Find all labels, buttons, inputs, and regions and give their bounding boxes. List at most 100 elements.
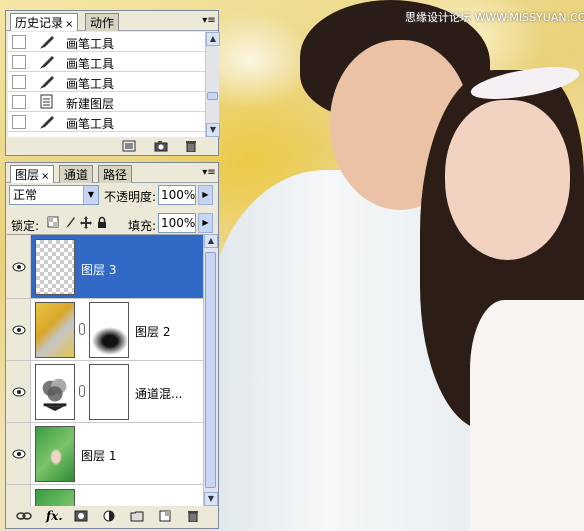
layer-row[interactable]: 通道混... — [7, 361, 203, 423]
brush-icon — [40, 56, 54, 69]
opacity-label: 不透明度: — [104, 190, 157, 204]
brush-icon — [40, 36, 54, 49]
scroll-down-icon[interactable]: ▼ — [204, 492, 218, 506]
visibility-cell[interactable] — [7, 485, 31, 506]
watermark: 思缘设计论坛 WWW.MISSYUAN.COM — [405, 11, 584, 24]
layer-thumbnail — [35, 239, 75, 295]
layer-name: 图层 1 — [81, 449, 117, 463]
history-panel: 历史记录 × 动作 ▾≡ 画笔工具 画笔工具 画笔工具 新建图层 画笔工具 ▲ … — [5, 10, 220, 156]
visibility-cell[interactable] — [7, 361, 31, 422]
layer-name: 通道混... — [135, 387, 183, 401]
scroll-down-icon[interactable]: ▼ — [206, 123, 220, 137]
lock-position-icon[interactable] — [80, 216, 92, 229]
layer-thumbnail — [35, 489, 75, 506]
camera-snapshot-icon[interactable] — [154, 140, 168, 152]
tab-layers-label: 图层 — [15, 168, 40, 182]
new-layer-icon[interactable] — [158, 510, 172, 522]
trash-icon[interactable] — [184, 140, 198, 152]
snapshot-source-checkbox[interactable] — [12, 115, 26, 129]
blend-mode-value: 正常 — [13, 188, 38, 202]
layer-thumbnail — [35, 302, 75, 358]
woman-figure — [470, 300, 584, 531]
layer-name: 图层 3 — [81, 263, 117, 277]
mask-link-icon[interactable] — [79, 385, 85, 397]
tab-layers[interactable]: 图层 × — [10, 165, 55, 183]
panel-menu-icon[interactable]: ▾≡ — [202, 14, 216, 28]
visibility-cell[interactable] — [7, 423, 31, 484]
panel-menu-icon[interactable]: ▾≡ — [202, 166, 216, 180]
fill-slider-arrow-icon[interactable]: ▶ — [198, 213, 213, 233]
opacity-input[interactable]: 100% — [158, 185, 196, 205]
history-scrollbar[interactable]: ▲ ▼ — [205, 32, 220, 137]
close-icon[interactable]: × — [65, 19, 73, 30]
channel-mixer-adjustment-icon — [35, 364, 75, 420]
scroll-thumb[interactable] — [207, 92, 218, 100]
mask-link-icon[interactable] — [79, 323, 85, 335]
layer-row[interactable]: 图层 1 — [7, 423, 203, 485]
list-item[interactable]: 画笔工具 — [8, 72, 205, 92]
tab-channels[interactable]: 通道 — [59, 165, 94, 183]
layer-row[interactable]: 图层 3 — [7, 235, 203, 299]
history-footer — [6, 138, 218, 155]
scroll-up-icon[interactable]: ▲ — [204, 234, 218, 248]
layer-mask-thumbnail — [89, 302, 129, 358]
close-icon[interactable]: × — [41, 171, 49, 182]
lock-image-pixels-icon[interactable] — [64, 216, 76, 229]
adjustment-layer-icon[interactable] — [102, 510, 116, 522]
layers-scrollbar[interactable]: ▲ ▼ — [203, 234, 218, 506]
list-item[interactable]: 画笔工具 — [8, 52, 205, 72]
visibility-cell[interactable] — [7, 299, 31, 360]
history-item-label: 画笔工具 — [66, 77, 115, 91]
tab-actions[interactable]: 动作 — [85, 13, 120, 31]
lock-label: 锁定: — [11, 219, 40, 233]
visibility-cell[interactable] — [7, 235, 31, 298]
lock-all-icon[interactable] — [96, 216, 108, 229]
history-item-label: 画笔工具 — [66, 117, 115, 131]
blend-mode-select[interactable]: 正常 ▼ — [9, 185, 99, 205]
eye-icon[interactable] — [12, 387, 26, 397]
eye-icon[interactable] — [12, 262, 26, 272]
tab-paths[interactable]: 路径 — [98, 165, 133, 183]
add-mask-icon[interactable] — [74, 510, 88, 522]
list-item[interactable]: 新建图层 — [8, 92, 205, 112]
chevron-down-icon[interactable]: ▼ — [83, 186, 98, 204]
layers-tabbar: 图层 × 通道 路径 ▾≡ — [6, 163, 218, 183]
snapshot-source-checkbox[interactable] — [12, 55, 26, 69]
folder-icon[interactable] — [130, 510, 144, 522]
list-item[interactable]: 画笔工具 — [8, 112, 205, 132]
layer-row[interactable]: 图层 2 — [7, 299, 203, 361]
lock-transparency-icon[interactable] — [47, 216, 59, 229]
layers-footer: fx. — [6, 506, 218, 526]
snapshot-source-checkbox[interactable] — [12, 35, 26, 49]
fill-label: 填充: — [128, 219, 157, 233]
opacity-slider-arrow-icon[interactable]: ▶ — [198, 185, 213, 205]
fx-icon[interactable]: fx. — [46, 509, 63, 523]
history-item-label: 新建图层 — [66, 97, 115, 111]
layer-name: 图层 2 — [135, 325, 171, 339]
history-item-label: 画笔工具 — [66, 57, 115, 71]
link-layers-icon[interactable] — [16, 510, 32, 522]
tab-history-label: 历史记录 — [15, 16, 64, 30]
new-layer-icon — [40, 94, 53, 109]
brush-icon — [40, 76, 54, 89]
layers-list: 图层 3 图层 2 通道混... 图层 1 — [7, 234, 203, 506]
eye-icon[interactable] — [12, 325, 26, 335]
woman-face — [445, 100, 570, 260]
brush-icon — [40, 116, 54, 129]
fill-input[interactable]: 100% — [158, 213, 196, 233]
layer-row[interactable] — [7, 485, 203, 506]
history-tabbar: 历史记录 × 动作 ▾≡ — [6, 11, 218, 31]
layer-thumbnail — [35, 426, 75, 482]
history-list: 画笔工具 画笔工具 画笔工具 新建图层 画笔工具 — [8, 32, 205, 137]
new-document-from-state-icon[interactable] — [122, 140, 136, 152]
tab-history[interactable]: 历史记录 × — [10, 13, 79, 31]
snapshot-source-checkbox[interactable] — [12, 75, 26, 89]
list-item[interactable]: 画笔工具 — [8, 32, 205, 52]
trash-icon[interactable] — [186, 510, 200, 522]
scroll-thumb[interactable] — [205, 252, 216, 488]
eye-icon[interactable] — [12, 449, 26, 459]
history-item-label: 画笔工具 — [66, 37, 115, 51]
layer-mask-thumbnail — [89, 364, 129, 420]
snapshot-source-checkbox[interactable] — [12, 95, 26, 109]
scroll-up-icon[interactable]: ▲ — [206, 32, 220, 46]
